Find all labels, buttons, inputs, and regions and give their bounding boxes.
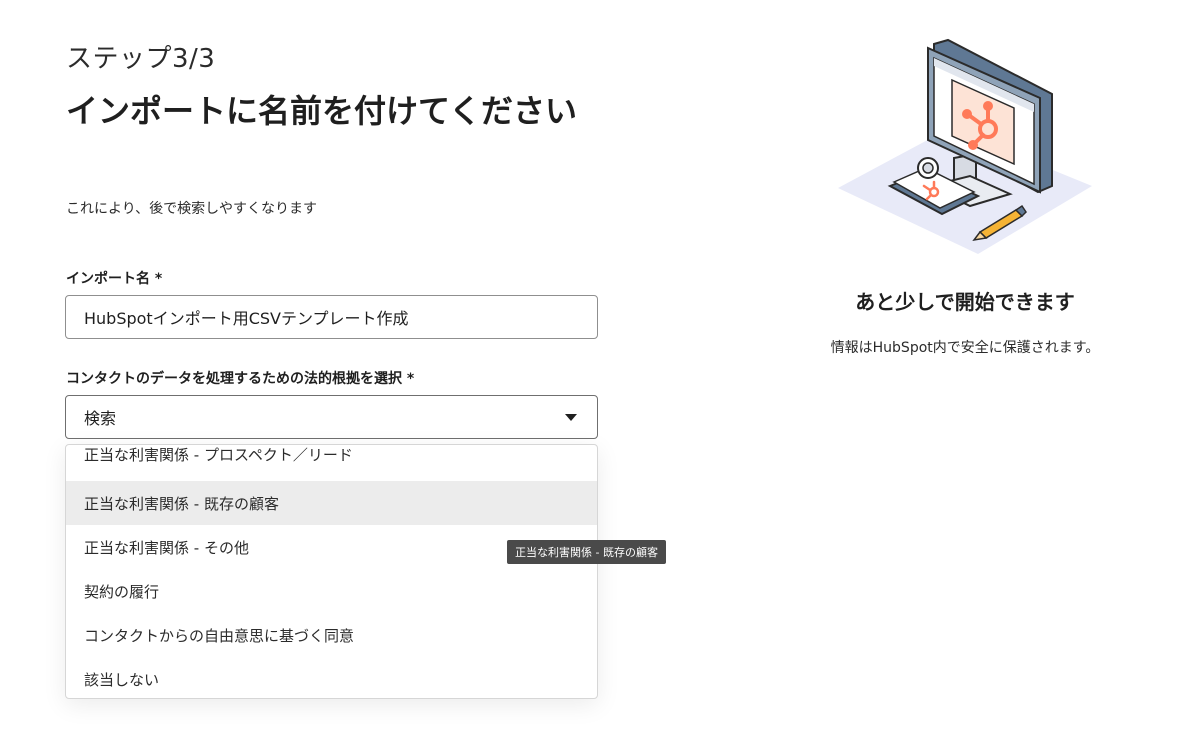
legal-basis-dropdown: 正当な利害関係 - プロスペクト／リード 正当な利害関係 - 既存の顧客 正当な…: [65, 444, 598, 699]
option-not-applicable[interactable]: 該当しない: [66, 657, 597, 698]
option-label: 該当しない: [84, 670, 160, 689]
legal-basis-select[interactable]: 検索: [65, 395, 598, 439]
option-freely-given-consent[interactable]: コンタクトからの自由意思に基づく同意: [66, 613, 597, 657]
legal-basis-label: コンタクトのデータを処理するための法的根拠を選択 *: [66, 371, 415, 387]
caret-down-icon: [565, 413, 577, 421]
page-subtitle: これにより、後で検索しやすくなります: [66, 201, 318, 217]
promo-text: 情報はHubSpot内で安全に保護されます。: [830, 340, 1100, 356]
step-indicator: ステップ3/3: [66, 44, 216, 74]
option-label: 契約の履行: [84, 582, 160, 601]
import-name-label: インポート名 *: [66, 271, 163, 287]
option-legitimate-interest-existing-customer[interactable]: 正当な利害関係 - 既存の顧客: [66, 481, 597, 525]
option-label: コンタクトからの自由意思に基づく同意: [84, 626, 355, 645]
promo-title: あと少しで開始できます: [855, 290, 1075, 314]
option-label: 正当な利害関係 - プロスペクト／リード: [84, 446, 353, 464]
computer-illustration: [838, 38, 1092, 254]
import-name-page: ステップ3/3 インポートに名前を付けてください これにより、後で検索しやすくな…: [0, 0, 1200, 735]
page-title: インポートに名前を付けてください: [66, 92, 578, 130]
option-contract-performance[interactable]: 契約の履行: [66, 569, 597, 613]
import-name-input[interactable]: [65, 295, 598, 339]
legal-basis-search-text: 検索: [84, 409, 117, 428]
option-legitimate-interest-prospect[interactable]: 正当な利害関係 - プロスペクト／リード: [66, 445, 597, 481]
option-label: 正当な利害関係 - 既存の顧客: [84, 494, 279, 513]
option-tooltip: 正当な利害関係 - 既存の顧客: [507, 540, 666, 564]
option-label: 正当な利害関係 - その他: [84, 538, 249, 557]
